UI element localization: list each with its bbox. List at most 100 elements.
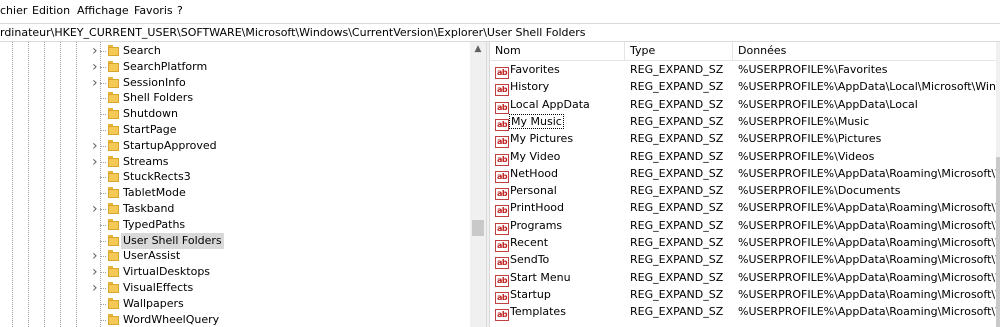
value-data: %USERPROFILE%\AppData\Roaming\Microsoft\… [738,166,996,180]
tree-scrollbar[interactable]: ▲ [470,42,486,327]
string-value-icon: ab [495,101,509,114]
folder-icon [108,266,119,278]
tree-item[interactable]: › VirtualDesktops [0,264,470,280]
list-row[interactable]: ab Start Menu REG_EXPAND_SZ %USERPROFILE%\A… [490,269,996,287]
list-row[interactable]: ab History REG_EXPAND_SZ %USERPROFILE%\AppD… [490,78,996,97]
list-row[interactable]: ab Startup REG_EXPAND_SZ %USERPROFILE%\AppD… [490,286,996,304]
list-scrollbar-thumb[interactable] [996,157,1000,327]
menu-view[interactable]: Affichage [77,4,129,17]
tree-item[interactable]: Shutdown [0,106,470,122]
tree-item[interactable]: WordWheelQuery [0,312,470,327]
list-row[interactable]: ab My Video REG_EXPAND_SZ %USERPROFILE%\Vid… [490,148,996,166]
tree-item[interactable]: › Streams [0,154,470,170]
chevron-right-icon[interactable]: › [92,249,102,263]
tree-item-label: VirtualDesktops [123,265,211,279]
value-type: REG_EXPAND_SZ [630,80,724,94]
chevron-right-icon[interactable]: › [92,76,102,90]
tree-item[interactable]: › VisualEffects [0,280,470,296]
list-header: Nom Type Données [490,42,996,61]
folder-icon [108,171,119,183]
value-name-cell: ab Startup [495,286,551,304]
tree-item[interactable]: › SearchPlatform [0,59,470,75]
tree-item[interactable]: › StartupApproved [0,138,470,154]
value-name: SendTo [510,253,550,267]
tree-item[interactable]: Wallpapers [0,296,470,312]
tree-item[interactable]: › SessionInfo [0,75,470,91]
tree-connector [100,240,106,242]
value-name-cell: ab Favorites [495,61,560,79]
string-value-icon: ab [495,274,509,287]
address-path[interactable]: rdinateur\HKEY_CURRENT_USER\SOFTWARE\Mic… [0,26,586,39]
tree-item-label: SessionInfo [123,75,186,89]
tree-connector [100,224,106,226]
list-row[interactable]: ab Recent REG_EXPAND_SZ %USERPROFILE%\AppDa… [490,234,996,252]
folder-icon [108,187,119,199]
column-header-data[interactable]: Données [733,42,996,60]
menu-favorites[interactable]: Favoris [134,4,173,17]
tree-item[interactable]: › Search [0,43,470,59]
value-name: PrintHood [510,201,565,215]
value-name-cell: ab My Music [495,113,564,131]
list-row[interactable]: ab My Music REG_EXPAND_SZ %USERPROFILE%\Mus… [490,113,996,131]
tree-connector [100,98,106,100]
value-type: REG_EXPAND_SZ [630,97,724,111]
string-value-icon: ab [495,84,509,97]
menu-file[interactable]: chier [0,4,27,17]
tree-item-label: StuckRects3 [123,170,191,184]
tree-item[interactable]: Shell Folders [0,90,470,106]
tree-item[interactable]: User Shell Folders [0,232,470,249]
menu-edit[interactable]: Edition [32,4,70,17]
chevron-right-icon[interactable]: › [92,281,102,295]
value-name: My Video [510,149,561,163]
tree-item[interactable]: TypedPaths [0,217,470,233]
value-name: Favorites [510,63,560,76]
tree-item[interactable]: StartPage [0,122,470,138]
value-data: %USERPROFILE%\Pictures [738,132,882,146]
value-data: %USERPROFILE%\Documents [738,184,901,198]
list-row[interactable]: ab My Pictures REG_EXPAND_SZ %USERPROFILE%\… [490,130,996,149]
value-name-cell: ab Templates [495,303,566,322]
value-type: REG_EXPAND_SZ [630,305,724,319]
list-row[interactable]: ab Personal REG_EXPAND_SZ %USERPROFILE%\Doc… [490,182,996,201]
address-bar[interactable]: rdinateur\HKEY_CURRENT_USER\SOFTWARE\Mic… [0,23,1000,42]
folder-icon [108,139,119,152]
tree-connector [100,193,106,195]
list-row[interactable]: ab PrintHood REG_EXPAND_SZ %USERPROFILE%\Ap… [490,199,996,218]
tree-item[interactable]: › UserAssist [0,248,470,264]
list-row[interactable]: ab NetHood REG_EXPAND_SZ %USERPROFILE%\AppD… [490,165,996,183]
value-type: REG_EXPAND_SZ [630,287,724,301]
chevron-right-icon[interactable]: › [92,202,102,216]
scroll-up-arrow-icon[interactable]: ▲ [470,42,486,56]
menu-help[interactable]: ? [177,4,183,17]
value-name-cell: ab NetHood [495,165,558,183]
tree-connector [100,130,106,131]
chevron-right-icon[interactable]: › [92,139,102,153]
tree-scrollbar-thumb[interactable] [472,220,484,236]
tree-item[interactable]: › Taskband [0,201,470,217]
folder-icon [108,76,119,89]
folder-icon [108,203,119,215]
list-row[interactable]: ab Favorites REG_EXPAND_SZ %USERPROFILE%\Fa… [490,61,996,79]
tree-item-label: WordWheelQuery [123,312,220,326]
column-header-type[interactable]: Type [625,42,733,60]
chevron-right-icon[interactable]: › [92,155,102,169]
list-row[interactable]: ab Local AppData REG_EXPAND_SZ %USERPROFILE… [490,96,996,114]
list-row[interactable]: ab SendTo REG_EXPAND_SZ %USERPROFILE%\AppDa… [490,251,996,270]
tree-item-label: StartupApproved [123,138,217,152]
tree-item[interactable]: StuckRects3 [0,169,470,185]
list-row[interactable]: ab Programs REG_EXPAND_SZ %USERPROFILE%\App… [490,217,996,235]
chevron-right-icon[interactable]: › [92,265,102,279]
value-name-cell: ab SendTo [495,251,550,270]
list-scrollbar[interactable] [996,42,1000,327]
value-name: Personal [510,184,557,198]
tree-connector [100,114,106,116]
chevron-right-icon[interactable]: › [92,60,102,74]
value-name-cell: ab My Video [495,148,561,166]
list-row[interactable]: ab Templates REG_EXPAND_SZ %USERPROFILE%\Ap… [490,303,996,322]
tree-connector [100,303,106,305]
tree-item[interactable]: TabletMode [0,185,470,201]
chevron-right-icon[interactable]: › [92,44,102,58]
value-name-cell: ab Local AppData [495,96,590,114]
column-header-name[interactable]: Nom [490,42,625,60]
folder-icon [108,155,119,168]
